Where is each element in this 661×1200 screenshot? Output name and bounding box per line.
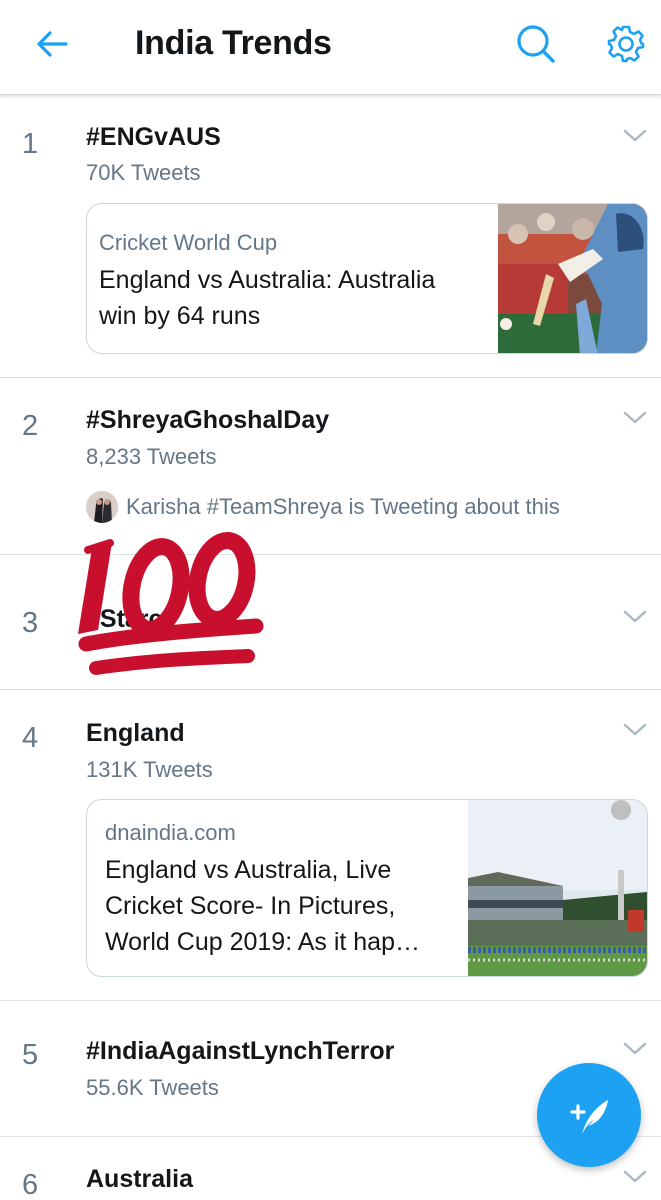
card-headline-line2: Cricket Score- In Pictures, — [105, 892, 396, 920]
card-headline-line2: win by 64 runs — [99, 302, 261, 330]
trend-rank: 1 — [22, 128, 39, 160]
trend-name: #ENGvAUS — [86, 123, 221, 151]
chevron-down-icon[interactable] — [621, 408, 649, 428]
chevron-down-icon[interactable] — [621, 607, 649, 627]
trend-rank: 3 — [22, 607, 39, 639]
card-headline-line1: England vs Australia, Live — [105, 856, 392, 884]
search-icon — [517, 25, 555, 63]
arrow-left-icon — [37, 31, 68, 57]
news-card[interactable]: Cricket World Cup England vs Australia: … — [86, 203, 648, 354]
trend-row[interactable]: 4 England 131K Tweets dnaindia.com Engla… — [0, 690, 661, 1001]
trend-tweet-count: 8,233 Tweets — [86, 444, 217, 469]
card-text: dnaindia.com England vs Australia, Live … — [105, 820, 420, 960]
trend-row[interactable]: 2 #ShreyaGhoshalDay 8,233 Tweets — [0, 378, 661, 555]
trend-tweet-count: 70K Tweets — [86, 160, 201, 185]
card-thumbnail-image — [468, 800, 647, 976]
compose-tweet-icon — [570, 1100, 608, 1134]
settings-button[interactable] — [604, 22, 648, 66]
search-button[interactable] — [514, 22, 558, 66]
gear-icon — [607, 25, 645, 63]
trend-name: England — [86, 719, 185, 747]
trend-name: #IndiaAgainstLynchTerror — [86, 1037, 395, 1065]
trend-tweet-count: 131K Tweets — [86, 757, 213, 782]
card-headline-line1: England vs Australia: Australia — [99, 266, 436, 294]
page-title: India Trends — [135, 24, 332, 62]
trend-rank: 2 — [22, 410, 39, 442]
trend-name: #ShreyaGhoshalDay — [86, 406, 330, 434]
chevron-down-icon[interactable] — [621, 1167, 649, 1187]
trend-name: Australia — [86, 1165, 193, 1193]
card-headline-line3: World Cup 2019: As it hap… — [105, 928, 420, 956]
trend-rank: 6 — [22, 1169, 39, 1200]
social-context[interactable]: Karisha #TeamShreya is Tweeting about th… — [86, 489, 560, 525]
chevron-down-icon[interactable] — [621, 1039, 649, 1059]
card-text: Cricket World Cup England vs Australia: … — [99, 230, 435, 334]
news-card[interactable]: dnaindia.com England vs Australia, Live … — [86, 799, 648, 977]
card-source: dnaindia.com — [105, 820, 236, 845]
chevron-down-icon[interactable] — [621, 720, 649, 740]
chevron-down-icon[interactable] — [621, 126, 649, 146]
hundred-points-emoji — [78, 532, 264, 675]
social-context-text: Karisha #TeamShreya is Tweeting about th… — [126, 494, 560, 519]
trend-tweet-count: 55.6K Tweets — [86, 1075, 219, 1100]
trend-rank: 4 — [22, 722, 39, 754]
compose-tweet-button[interactable] — [537, 1063, 641, 1167]
back-button[interactable] — [30, 24, 74, 64]
trend-rank: 5 — [22, 1039, 39, 1071]
avatar — [86, 491, 118, 523]
trend-row[interactable]: 1 #ENGvAUS 70K Tweets Cricket World Cup … — [0, 96, 661, 378]
top-app-bar: India Trends — [0, 0, 661, 95]
card-source: Cricket World Cup — [99, 230, 278, 255]
card-thumbnail-image — [498, 204, 647, 353]
